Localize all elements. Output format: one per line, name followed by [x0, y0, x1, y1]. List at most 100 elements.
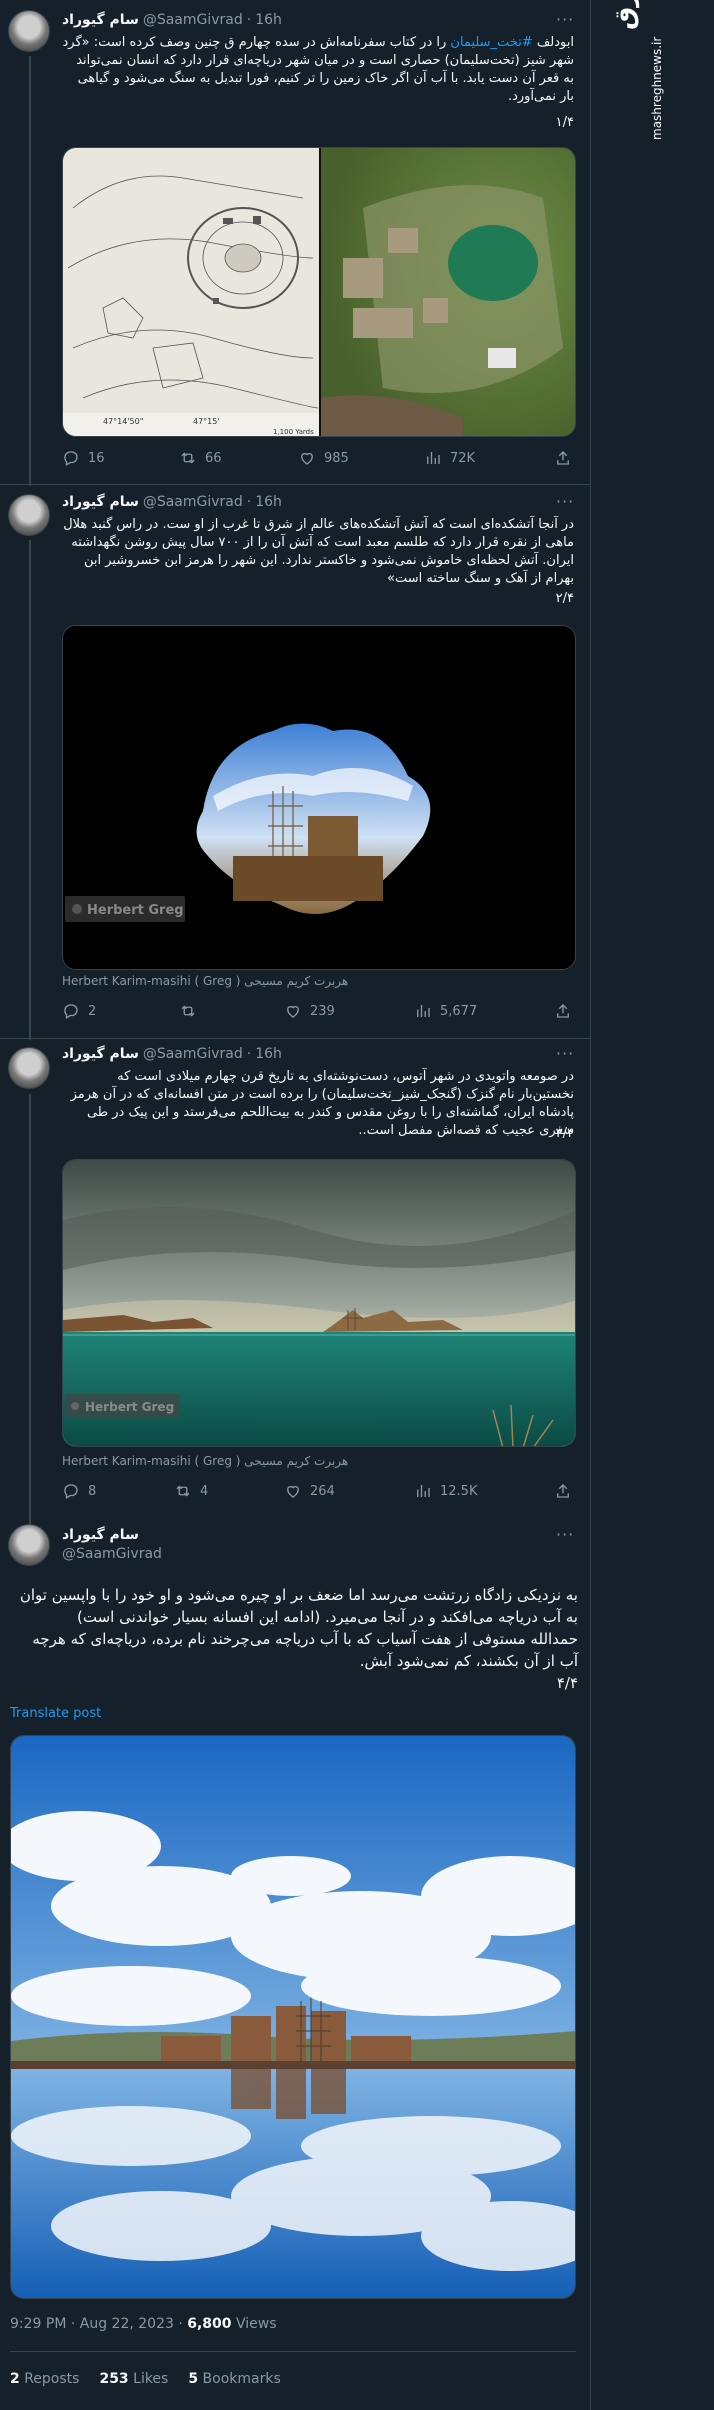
thread-line [29, 540, 31, 1040]
media-caption: Herbert Karim-masihi ( Greg ) هربرت کریم… [62, 1454, 349, 1468]
reply-icon [64, 1004, 78, 1019]
reply-button[interactable]: 16 [62, 449, 105, 467]
post-stats: 2 Reposts 253 Likes 5 Bookmarks [10, 2371, 281, 2387]
avatar[interactable] [8, 494, 50, 536]
tweet-media[interactable] [10, 1735, 576, 2299]
author-handle[interactable]: @SaamGivrad [143, 1046, 243, 1062]
views-button[interactable]: 5,677 [414, 1002, 477, 1020]
tweet-media[interactable]: Herbert Greg [62, 1159, 576, 1447]
thread-number: ۱/۴ [555, 115, 574, 130]
share-button[interactable] [554, 1002, 572, 1020]
meta-separator [10, 2351, 576, 2352]
tweet-header: سام گیوراد @SaamGivrad · 16h [62, 1046, 282, 1062]
repost-icon [181, 1005, 195, 1017]
views-icon [417, 1005, 430, 1017]
reply-button[interactable]: 8 [62, 1482, 96, 1500]
map-scale-label: 1,100 Yards [273, 428, 314, 436]
share-button[interactable] [554, 1482, 572, 1500]
repost-count: 4 [200, 1483, 209, 1499]
like-button[interactable]: 239 [284, 1002, 335, 1020]
views-button[interactable]: 12.5K [414, 1482, 477, 1500]
heart-icon [301, 452, 313, 465]
site-url: mashreghnews.ir [650, 36, 664, 140]
reply-button[interactable]: 2 [62, 1002, 96, 1020]
lake-reflection-photo [11, 1736, 575, 2298]
media-caption: Herbert Karim-masihi ( Greg ) هربرت کریم… [62, 974, 349, 988]
reply-count: 16 [88, 450, 105, 466]
map-label: 47°15' [193, 417, 220, 426]
like-count: 264 [310, 1483, 335, 1499]
translate-post-link[interactable]: Translate post [10, 1706, 101, 1721]
views-label: Views [231, 2316, 277, 2332]
lake-landscape-photo: Herbert Greg [63, 1160, 575, 1446]
tweet-actions: 2 239 5,677 [62, 1002, 576, 1022]
reply-count: 8 [88, 1483, 97, 1499]
share-button[interactable] [554, 449, 572, 467]
tweet-media[interactable]: 47°14'50" 47°15' 1,100 Yards [62, 147, 576, 437]
reposts-label: Reposts [19, 2371, 80, 2387]
more-options-icon[interactable]: ··· [556, 1525, 574, 1544]
repost-button[interactable] [179, 1002, 205, 1020]
avatar[interactable] [8, 1524, 50, 1566]
author-handle[interactable]: @SaamGivrad [143, 494, 243, 510]
more-options-icon[interactable]: ··· [556, 1044, 574, 1063]
repost-icon [176, 1485, 190, 1497]
like-count: 985 [324, 450, 349, 466]
author-handle[interactable]: @SaamGivrad [62, 1546, 162, 1562]
image-watermark: Herbert Greg [85, 1400, 174, 1414]
photo-through-cave-opening: Herbert Greg [63, 626, 575, 969]
site-logo: مشرق [610, 0, 640, 30]
heart-icon [287, 1005, 299, 1018]
repost-button[interactable]: 66 [179, 449, 222, 467]
bookmarks-stat[interactable]: 5 Bookmarks [188, 2371, 280, 2387]
tweet-separator [0, 1038, 590, 1039]
like-button[interactable]: 985 [298, 449, 349, 467]
tweet-media[interactable]: Herbert Greg [62, 625, 576, 970]
views-icon [417, 1485, 430, 1497]
separator-dot: · [246, 494, 252, 510]
thread-number: ۲/۴ [555, 591, 574, 606]
share-icon [557, 1004, 569, 1018]
map-label: 47°14'50" [103, 417, 143, 426]
post-time[interactable]: 16h [255, 494, 282, 510]
views-button[interactable]: 72K [424, 449, 475, 467]
like-button[interactable]: 264 [284, 1482, 335, 1500]
thread-number: ۳/۴ [555, 1126, 574, 1141]
author-name[interactable]: سام گیوراد [62, 1527, 139, 1543]
avatar[interactable] [8, 10, 50, 52]
post-meta: 9:29 PM · Aug 22, 2023 · 6,800 Views [10, 2316, 277, 2332]
author-handle[interactable]: @SaamGivrad [143, 12, 243, 28]
repost-count: 66 [205, 450, 222, 466]
avatar[interactable] [8, 1047, 50, 1089]
share-icon [557, 1484, 569, 1498]
main-tweet-text: به نزدیکی زادگاه زرتشت می‌رسد اما ضعف بر… [10, 1584, 578, 1694]
bookmarks-count: 5 [188, 2371, 199, 2387]
reply-count: 2 [88, 1003, 97, 1019]
post-timestamp[interactable]: 9:29 PM · Aug 22, 2023 · [10, 2316, 187, 2332]
heart-icon [287, 1485, 299, 1498]
tweet-text-part: ابودلف [532, 35, 574, 50]
reposts-stat[interactable]: 2 Reposts [10, 2371, 79, 2387]
repost-button[interactable]: 4 [174, 1482, 208, 1500]
post-time[interactable]: 16h [255, 1046, 282, 1062]
share-icon [557, 451, 569, 465]
tweet-actions: 8 4 264 12.5K [62, 1482, 576, 1502]
tweet-text: در آنجا آتشکده‌ای است که آتش آتشکده‌های … [63, 517, 574, 586]
site-watermark: مشرق mashreghnews.ir [600, 0, 670, 160]
thread-page: مشرق mashreghnews.ir سام گیوراد @SaamGiv… [0, 0, 714, 2410]
author-name[interactable]: سام گیوراد [62, 1046, 139, 1062]
post-time[interactable]: 16h [255, 12, 282, 28]
author-name[interactable]: سام گیوراد [62, 494, 139, 510]
reply-icon [64, 451, 78, 466]
site-map-and-aerial-photo: 47°14'50" 47°15' 1,100 Yards [63, 148, 575, 436]
column-divider [590, 0, 591, 2410]
more-options-icon[interactable]: ··· [556, 10, 574, 29]
bookmarks-label: Bookmarks [198, 2371, 281, 2387]
separator-dot: · [246, 12, 252, 28]
more-options-icon[interactable]: ··· [556, 492, 574, 511]
tweet-header: سام گیوراد @SaamGivrad · 16h [62, 494, 282, 510]
view-count: 12.5K [440, 1483, 478, 1499]
hashtag-link[interactable]: #تخت_سلیمان [450, 35, 532, 50]
author-name[interactable]: سام گیوراد [62, 12, 139, 28]
likes-stat[interactable]: 253 Likes [99, 2371, 168, 2387]
